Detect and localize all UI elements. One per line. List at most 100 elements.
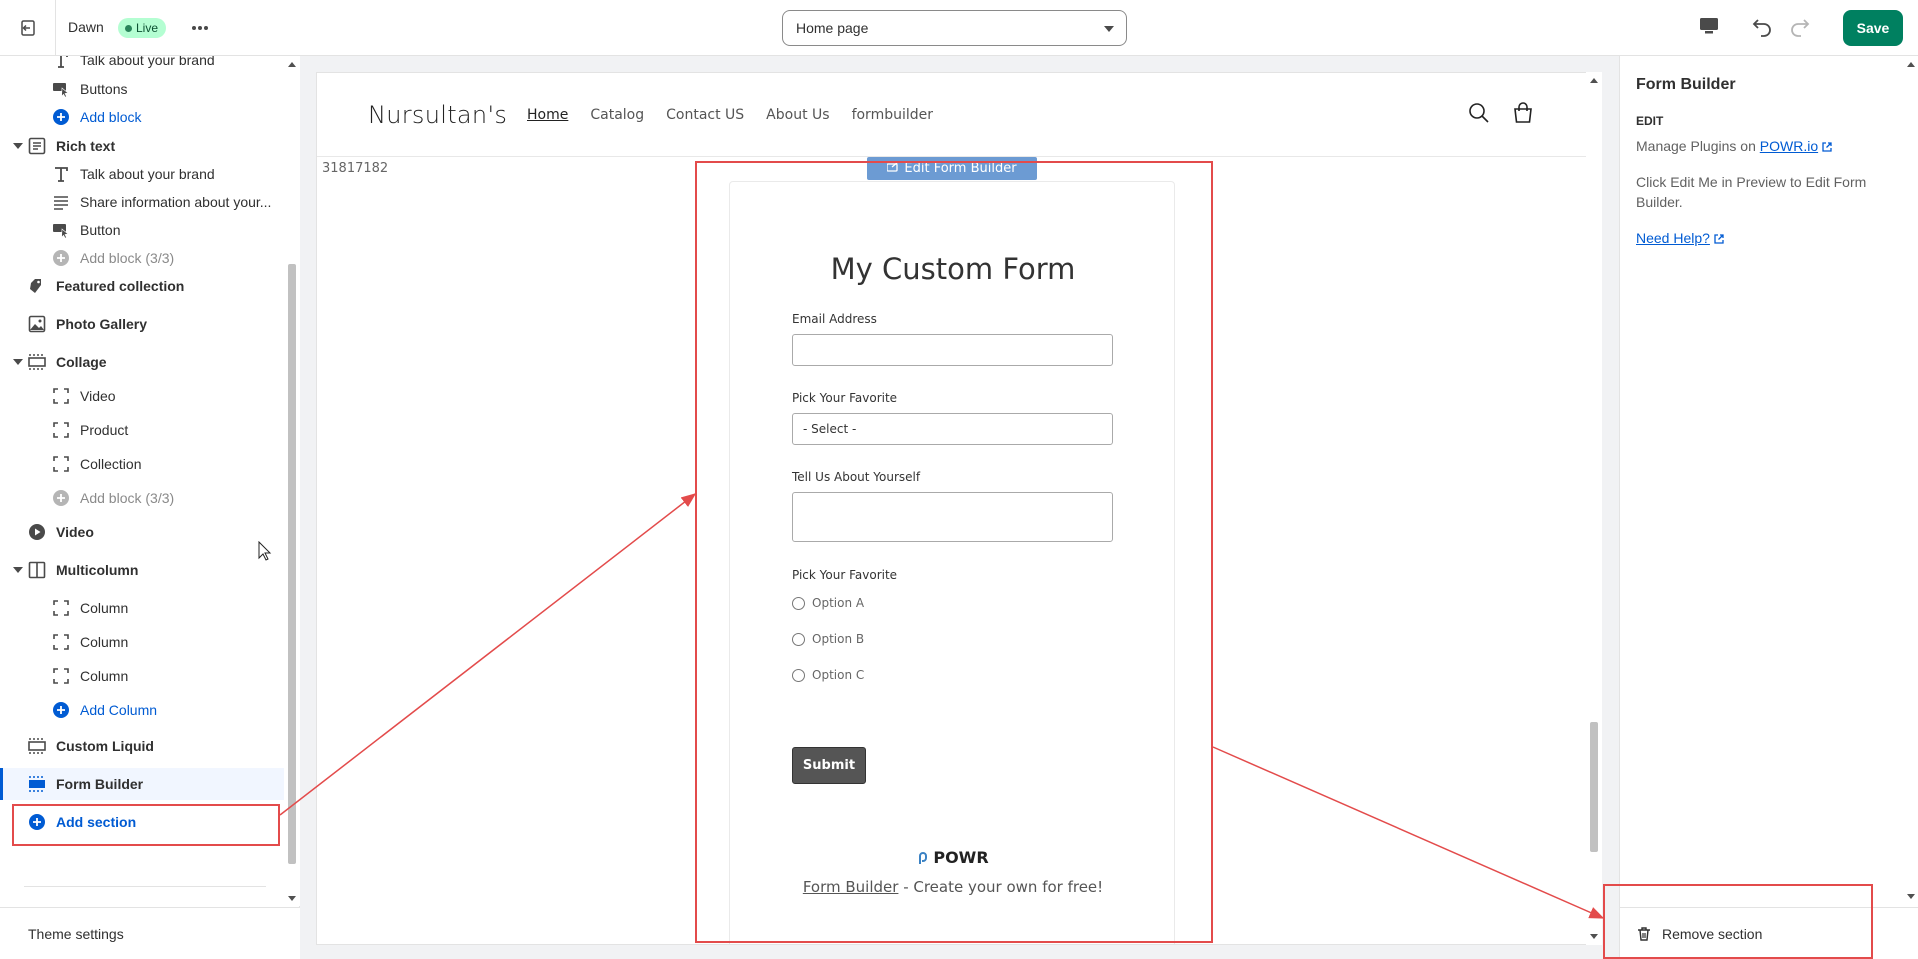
text-heading-icon [51, 56, 71, 70]
email-field[interactable] [792, 334, 1113, 366]
scroll-down-arrow-icon[interactable] [1907, 894, 1915, 899]
radio-option-label: Option B [812, 632, 865, 646]
sidebar-item-label: Add Column [80, 702, 158, 718]
radio-option-b[interactable]: Option B [792, 632, 864, 646]
radio-circle-icon[interactable] [792, 596, 805, 610]
cart-icon[interactable] [1510, 100, 1538, 128]
block-icon [51, 598, 71, 618]
live-dot-icon [125, 24, 132, 32]
nav-catalog[interactable]: Catalog [590, 107, 644, 123]
sidebar-item-multicolumn[interactable]: Multicolumn [0, 554, 284, 586]
powr-logo: POWR [730, 848, 1176, 867]
nav-about[interactable]: About Us [766, 107, 829, 123]
save-button[interactable]: Save [1843, 10, 1903, 46]
external-link-icon [1822, 142, 1832, 152]
live-status-badge: Live [118, 18, 167, 38]
about-textarea[interactable] [792, 492, 1113, 542]
search-icon[interactable] [1467, 101, 1493, 127]
section-icon [27, 774, 47, 794]
radio-circle-icon[interactable] [792, 632, 805, 646]
preview-scrollbar[interactable] [1586, 72, 1602, 945]
sidebar-item-label: Featured collection [56, 278, 185, 294]
favorite-radio-label: Pick Your Favorite [792, 568, 898, 582]
exit-icon[interactable] [14, 14, 42, 42]
button-icon [51, 79, 71, 99]
sidebar-section-list[interactable]: Talk about your brand Buttons Add block Ric… [0, 56, 284, 906]
sidebar-item-label: Column [80, 668, 129, 684]
scroll-up-arrow-icon[interactable] [288, 62, 296, 67]
powr-io-link[interactable]: POWR.io [1760, 138, 1818, 154]
sidebar-item-column[interactable]: Column [0, 592, 284, 624]
need-help-link[interactable]: Need Help? [1636, 230, 1710, 246]
selected-indicator [0, 768, 3, 800]
sidebar-item-label: Add block (3/3) [80, 490, 175, 506]
chevron-down-icon[interactable] [13, 567, 23, 573]
add-block-button[interactable]: Add block [0, 101, 284, 133]
store-logo-text[interactable]: Nursultan's [368, 101, 507, 129]
sidebar-item-video[interactable]: Video [0, 380, 284, 412]
sidebar-item-add-block-3-3[interactable]: Add block (3/3) [0, 482, 284, 514]
sidebar-item-label: Rich text [56, 138, 116, 154]
remove-section-label: Remove section [1662, 925, 1763, 942]
sidebar-item-video[interactable]: Video [0, 516, 284, 548]
collection-icon [27, 276, 47, 296]
topbar-divider [55, 0, 56, 56]
preview-scrollbar-thumb[interactable] [1590, 722, 1598, 852]
about-label: Tell Us About Yourself [792, 470, 921, 484]
block-icon [51, 454, 71, 474]
sidebar-scrollbar-thumb[interactable] [288, 264, 296, 864]
redo-icon[interactable] [1786, 14, 1814, 42]
sidebar-item-featured-collection[interactable]: Featured collection [0, 270, 284, 302]
desktop-view-icon[interactable] [1698, 16, 1724, 40]
custom-form-card: My Custom Form Email Address Pick Your F… [729, 181, 1176, 944]
nav-home[interactable]: Home [527, 107, 568, 123]
sidebar-item-column[interactable]: Column [0, 626, 284, 658]
nav-formbuilder[interactable]: formbuilder [852, 107, 933, 123]
radio-circle-icon[interactable] [792, 668, 805, 682]
favorite-label: Pick Your Favorite [792, 391, 898, 405]
store-nav: Home Catalog Contact US About Us formbui… [527, 107, 955, 123]
edit-form-builder-button[interactable]: Edit Form Builder [867, 157, 1037, 180]
chevron-down-icon [1104, 26, 1114, 32]
sidebar-item-photo-gallery[interactable]: Photo Gallery [0, 308, 284, 340]
sidebar-item-custom-liquid[interactable]: Custom Liquid [0, 730, 284, 762]
form-builder-link[interactable]: Form Builder [803, 878, 899, 896]
sidebar-item-product[interactable]: Product [0, 414, 284, 446]
add-section-button[interactable]: Add section [0, 806, 284, 838]
external-link-icon [1714, 234, 1724, 244]
favorite-select[interactable]: - Select - [792, 413, 1113, 445]
sidebar-scrollbar[interactable] [284, 56, 300, 906]
instruction-text: Click Edit Me in Preview to Edit Form Bu… [1636, 174, 1867, 210]
sidebar-item-collection[interactable]: Collection [0, 448, 284, 480]
scroll-down-arrow-icon[interactable] [1590, 934, 1598, 939]
powr-mark-icon [919, 851, 928, 864]
sidebar-item-column[interactable]: Column [0, 660, 284, 692]
submit-button[interactable]: Submit [792, 747, 866, 784]
page-selector[interactable]: Home page [782, 10, 1127, 46]
app-id-text: 31817182 [322, 161, 389, 176]
add-circle-icon [27, 812, 47, 832]
sidebar-item-label: Video [56, 524, 94, 540]
scroll-down-arrow-icon[interactable] [288, 896, 296, 901]
radio-option-c[interactable]: Option C [792, 668, 864, 682]
remove-section-button[interactable]: Remove section [1620, 907, 1918, 959]
more-actions-icon[interactable] [188, 16, 212, 40]
panel-scrollbar[interactable] [1903, 56, 1918, 906]
nav-contact[interactable]: Contact US [666, 107, 744, 123]
sidebar-item-label: Talk about your brand [80, 166, 215, 182]
scroll-up-arrow-icon[interactable] [1907, 62, 1915, 67]
add-column-button[interactable]: Add Column [0, 694, 284, 726]
chevron-down-icon[interactable] [13, 143, 23, 149]
radio-option-a[interactable]: Option A [792, 596, 864, 610]
sidebar-item-label: Form Builder [56, 776, 144, 792]
theme-settings-button[interactable]: Theme settings [0, 907, 300, 959]
sidebar-item-collage[interactable]: Collage [0, 346, 284, 378]
chevron-down-icon[interactable] [13, 359, 23, 365]
sidebar-item-form-builder[interactable]: Form Builder [0, 768, 284, 800]
paragraph-icon [51, 192, 71, 212]
rich-text-icon [27, 136, 47, 156]
scroll-up-arrow-icon[interactable] [1590, 78, 1598, 83]
play-icon [27, 522, 47, 542]
undo-icon[interactable] [1750, 14, 1778, 42]
manage-text: Manage Plugins on [1636, 138, 1760, 154]
